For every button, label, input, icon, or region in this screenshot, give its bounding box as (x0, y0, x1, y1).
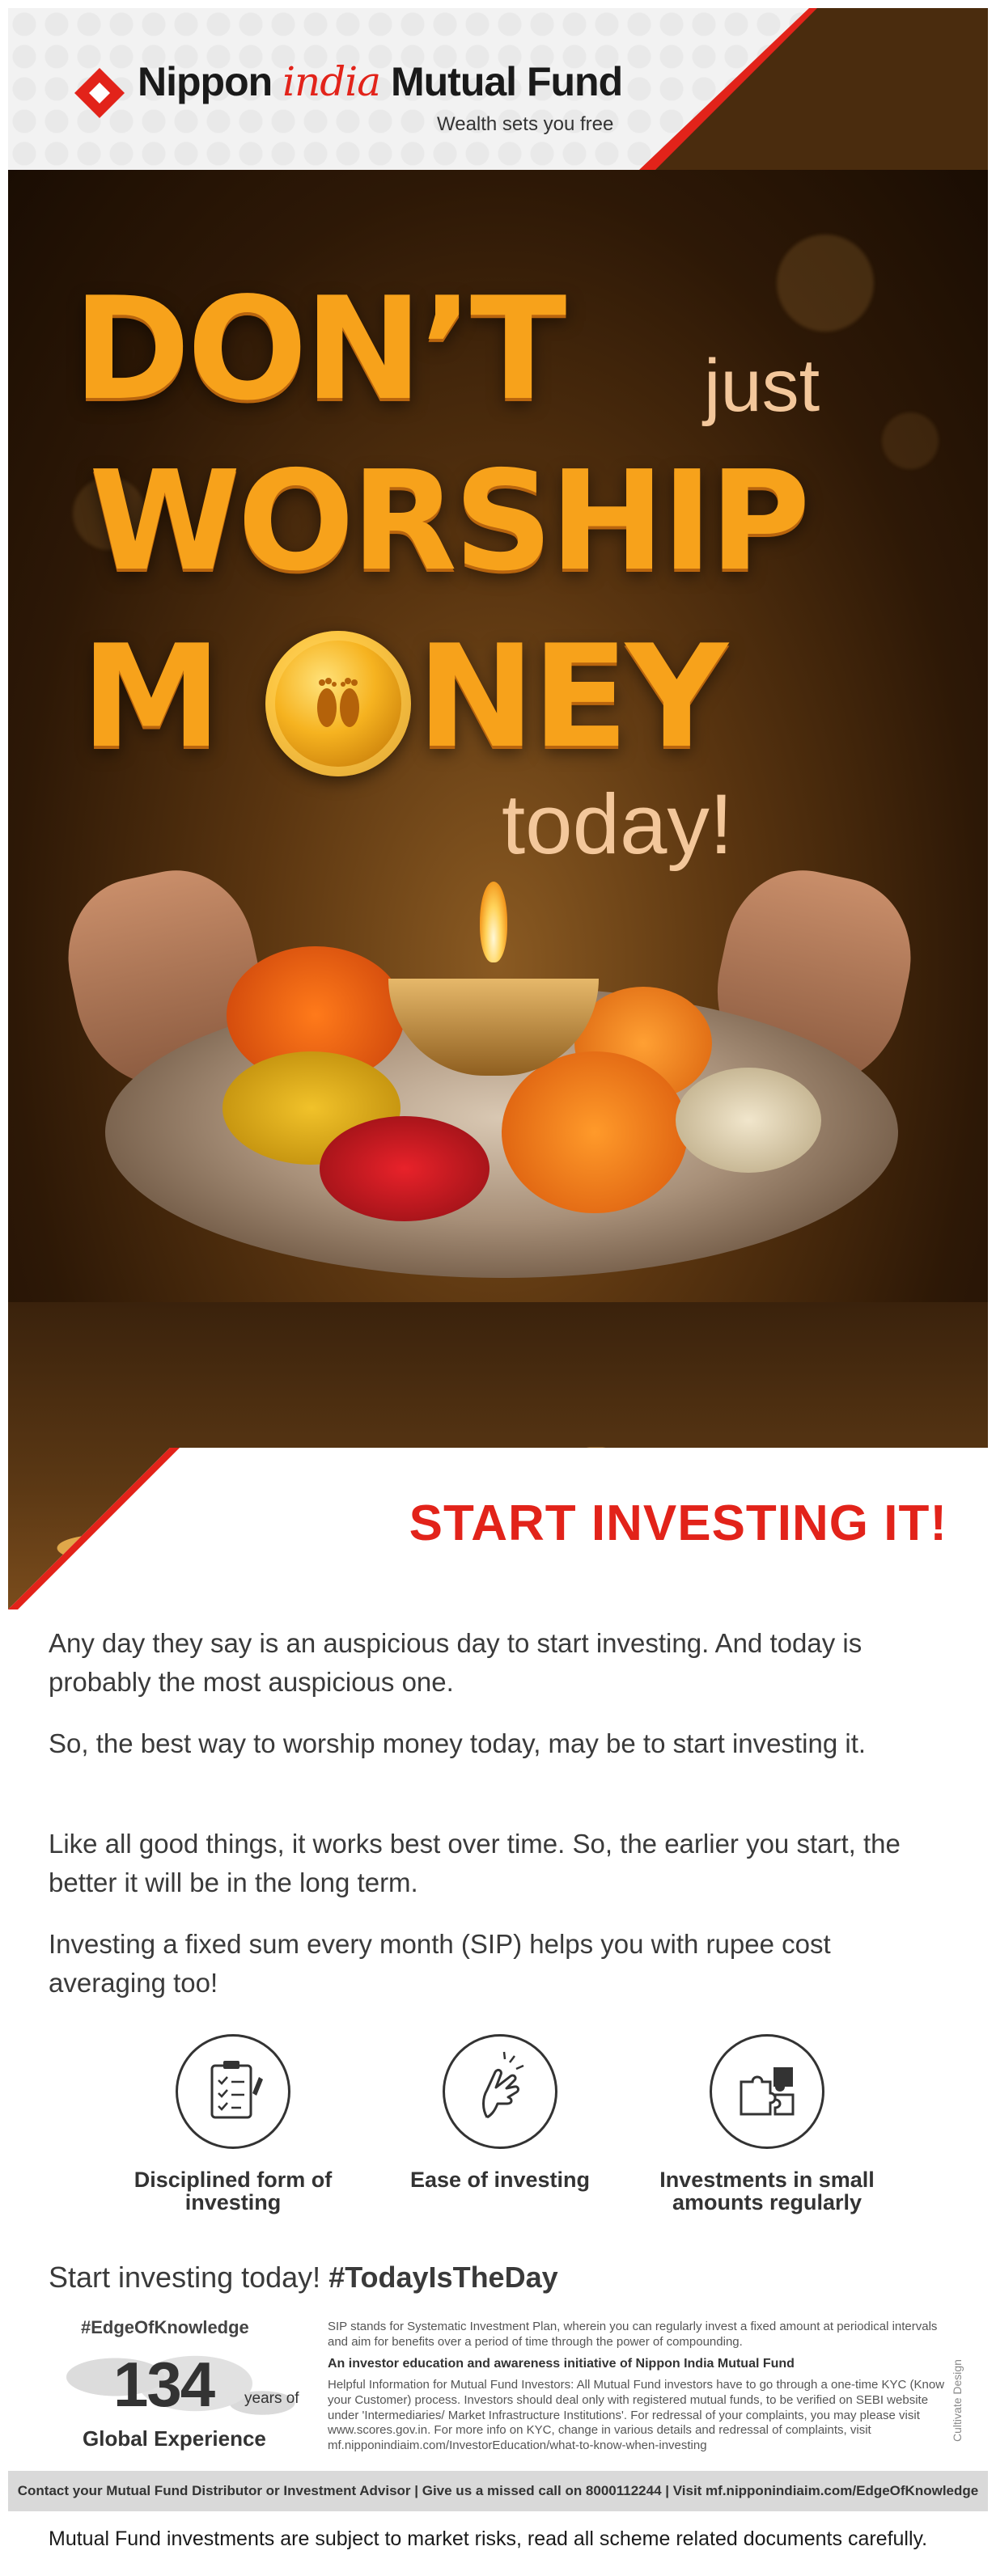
edge-years-number: 134 (113, 2349, 215, 2420)
headline-today: today! (502, 777, 734, 872)
brand-nippon: Nippon (138, 59, 283, 104)
feature-label: Investments in small amounts regularly (659, 2168, 875, 2215)
hashtag: #TodayIsTheDay (328, 2261, 558, 2294)
body-paragraph-4: Investing a fixed sum every month (SIP) … (49, 1929, 831, 1998)
contact-bar: Contact your Mutual Fund Distributor or … (8, 2471, 988, 2511)
edge-hashtag: #EdgeOfKnowledge (81, 2317, 249, 2337)
feature-ease: Ease of investing (379, 2034, 621, 2191)
puzzle-icon (710, 2034, 824, 2149)
marigold-flower (502, 1051, 688, 1213)
feature-label: Ease of investing (409, 2168, 591, 2192)
sip-note: SIP stands for Systematic Investment Pla… (328, 2320, 938, 2349)
feature-small-amounts: Investments in small amounts regularly (646, 2034, 888, 2214)
body-paragraph-3: Like all good things, it works best over… (49, 1829, 901, 1897)
coin-o-icon (265, 631, 411, 776)
feature-disciplined: Disciplined form of investing (112, 2034, 354, 2214)
body-paragraph-1: Any day they say is an auspicious day to… (49, 1628, 862, 1697)
cta-heading: START INVESTING IT! (409, 1495, 947, 1551)
edge-years-label: years of (244, 2390, 299, 2407)
headline-m: M (81, 615, 222, 780)
headline-dont: DON’T (73, 268, 566, 432)
nippon-logo-icon (74, 68, 125, 118)
headline-worship: WORSHIP (89, 442, 810, 602)
credit-text: Cultivate Design (950, 2359, 964, 2442)
helpful-info: Helpful Information for Mutual Fund Inve… (328, 2378, 945, 2452)
header: Nippon india Mutual Fund Wealth sets you… (8, 8, 988, 170)
brand-india: india (282, 58, 381, 105)
headline-ney: NEY (417, 615, 728, 780)
headline-just: just (704, 345, 820, 427)
initiative-note: An investor education and awareness init… (328, 2357, 795, 2371)
tagline: Wealth sets you free (437, 113, 614, 135)
bokeh-light (882, 412, 939, 469)
hero-image: DON’T just WORSHIP M NEY today! (8, 170, 988, 1609)
feature-label: Disciplined form of investing (134, 2168, 333, 2215)
start-investing-line: Start investing today! #TodayIsTheDay (49, 2261, 558, 2295)
body-paragraph-2: So, the best way to worship money today,… (49, 1728, 867, 1758)
brand-name: Nippon india Mutual Fund (138, 58, 623, 105)
diya-flame (480, 882, 507, 962)
footprints-icon (317, 678, 359, 727)
brand-mutual-fund: Mutual Fund (380, 59, 623, 104)
risk-disclaimer: Mutual Fund investments are subject to m… (49, 2527, 928, 2550)
rice-bowl (676, 1068, 821, 1173)
kumkum-bowl (320, 1116, 490, 1221)
side-credit: Cultivate Design (951, 2354, 973, 2451)
bokeh-light (777, 235, 874, 332)
snap-fingers-icon (443, 2034, 557, 2149)
advertisement-page: Nippon india Mutual Fund Wealth sets you… (8, 8, 988, 2568)
checklist-icon (176, 2034, 290, 2149)
edge-of-knowledge-badge: #EdgeOfKnowledge 134 years of Global Exp… (49, 2317, 316, 2463)
start-text: Start investing today! (49, 2261, 329, 2294)
edge-global-experience: Global Experience (83, 2426, 266, 2451)
